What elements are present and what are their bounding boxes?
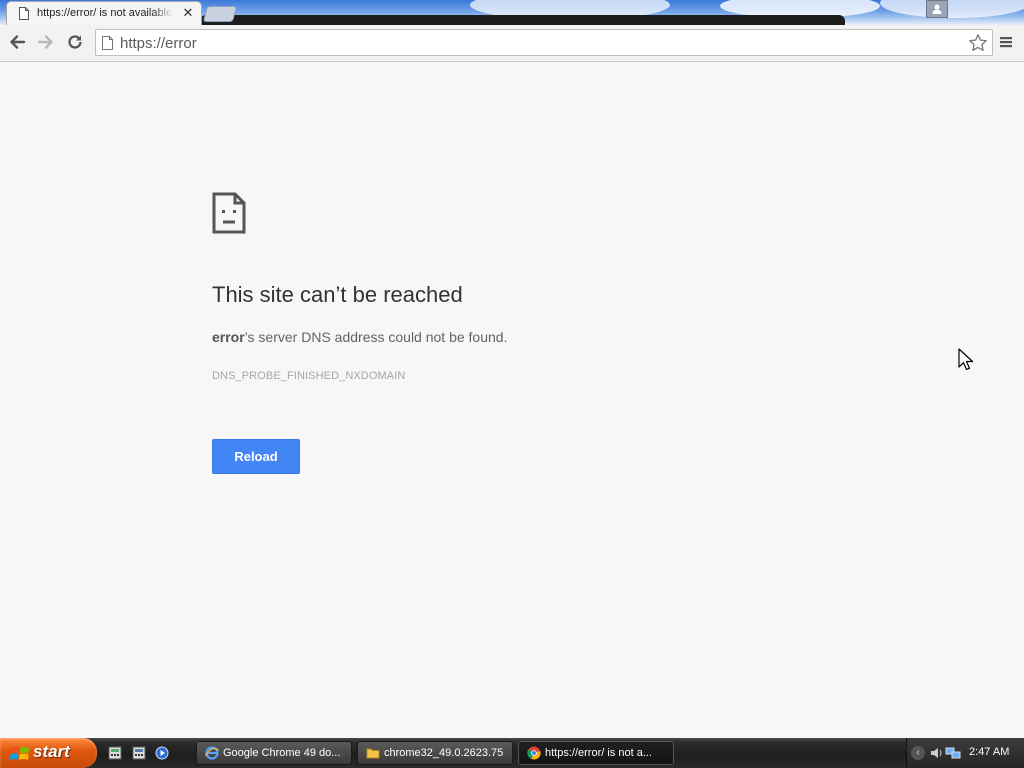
address-bar[interactable]: https://error	[95, 29, 993, 56]
error-description: error’s server DNS address could not be …	[212, 329, 507, 345]
person-icon	[932, 4, 942, 14]
back-arrow-icon[interactable]	[8, 33, 28, 53]
chrome-icon	[527, 746, 541, 765]
task-label: chrome32_49.0.2623.75	[384, 747, 504, 759]
profile-button[interactable]	[926, 0, 948, 18]
reload-icon[interactable]	[66, 33, 86, 53]
page-icon	[19, 7, 29, 25]
mouse-cursor-icon	[958, 348, 974, 377]
taskbar-task[interactable]: chrome32_49.0.2623.75	[357, 741, 513, 765]
start-label: start	[33, 742, 70, 761]
quicklaunch-calculator-icon[interactable]	[132, 746, 146, 760]
tab-strip-shadow	[200, 15, 845, 25]
url-text[interactable]: https://error	[120, 35, 197, 52]
reload-button[interactable]: Reload	[212, 439, 300, 474]
volume-icon[interactable]	[929, 746, 943, 765]
taskbar-task[interactable]: Google Chrome 49 do...	[196, 741, 352, 765]
bookmark-star-icon[interactable]	[968, 33, 988, 58]
browser-toolbar: https://error	[0, 25, 1024, 62]
close-icon[interactable]: ✕	[181, 6, 195, 20]
error-code: DNS_PROBE_FINISHED_NXDOMAIN	[212, 370, 406, 382]
sad-page-icon	[212, 192, 246, 239]
clock: 2:47 AM	[969, 746, 1010, 758]
taskbar-task-active[interactable]: https://error/ is not a...	[518, 741, 674, 765]
tab-title: https://error/ is not available	[37, 7, 173, 19]
error-heading: This site can’t be reached	[212, 282, 463, 307]
quicklaunch-media-player-icon[interactable]	[155, 746, 169, 760]
windows-logo-icon	[10, 745, 30, 768]
error-host: error	[212, 329, 245, 345]
tab-active[interactable]: https://error/ is not available ✕	[6, 1, 202, 25]
ie-icon	[204, 746, 219, 765]
system-tray: ‹ 2:47 AM	[906, 738, 1024, 768]
task-label: Google Chrome 49 do...	[223, 747, 341, 759]
task-label: https://error/ is not a...	[545, 747, 652, 759]
error-description-text: ’s server DNS address could not be found…	[244, 329, 508, 345]
page-content: This site can’t be reached error’s serve…	[0, 62, 1024, 738]
chevron-left-icon[interactable]: ‹	[911, 746, 925, 760]
tab-strip: https://error/ is not available ✕	[0, 0, 1024, 25]
new-tab-button[interactable]	[202, 6, 238, 22]
network-icon[interactable]	[945, 746, 961, 765]
taskbar: start Google Chrome 49 do... chrome32_49…	[0, 738, 1024, 768]
page-icon	[102, 36, 113, 55]
quicklaunch-calculator-icon[interactable]	[108, 746, 122, 760]
start-button[interactable]: start	[0, 738, 97, 768]
wallpaper-cloud	[880, 0, 1024, 18]
menu-icon[interactable]	[998, 34, 1014, 55]
forward-arrow-icon[interactable]	[37, 33, 57, 53]
folder-icon	[366, 746, 380, 765]
